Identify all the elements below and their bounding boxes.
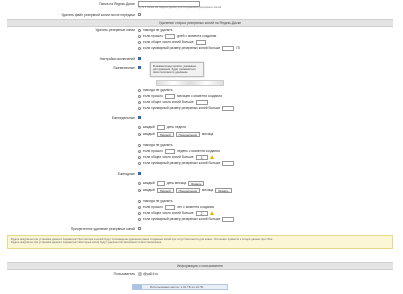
folder-label: Папка на Яндекс.Диске: [99, 2, 135, 6]
section-user: Информация о пользователе: [7, 262, 393, 270]
user-value: @ya8.6 ru: [143, 272, 159, 276]
monthly-label: Ежемесячные: [113, 66, 135, 70]
info-text-2: Будьте аккуратны при установке данного п…: [11, 240, 162, 244]
section-delete-old: Удаление старых резервных копий на Яндек…: [7, 19, 393, 27]
folder-hint: Путь к папке на Яндекс.Диске для сохране…: [138, 5, 222, 9]
priority-checkbox[interactable]: [138, 227, 142, 231]
yearly-label: Ежегодные: [117, 172, 135, 176]
delete-after-checkbox[interactable]: [138, 13, 142, 17]
yearly-checkbox[interactable]: [138, 172, 142, 176]
warning-icon: [209, 211, 214, 216]
weekly-count-row[interactable]: если общее число копий больше 3: [138, 155, 214, 160]
monthly-size-row[interactable]: если суммарный размер резервных копий бо…: [138, 106, 235, 111]
warning-icon: [209, 155, 214, 160]
yearly-older-row[interactable]: если прошло лет с момента создания: [138, 205, 214, 210]
yearly-size-row[interactable]: если суммарный размер резервных копий бо…: [138, 217, 235, 222]
monthly-checkbox[interactable]: [138, 66, 142, 70]
user-icon: [138, 272, 142, 276]
weekly-size-row[interactable]: если суммарный размер резервных копий бо…: [138, 161, 235, 166]
exceptions-checkbox[interactable]: [138, 57, 142, 61]
opt-never-row[interactable]: никогда не удалять: [138, 28, 173, 32]
tooltip: В ежемесячных копиях, указанных для хран…: [150, 62, 204, 77]
monthly-never-row[interactable]: никогда не удалять: [138, 88, 173, 92]
tooltip-strip: [156, 80, 224, 86]
user-label: Пользователь: [113, 272, 135, 276]
weekly-week-row[interactable]: каждый Первый Понедельник месяца: [138, 132, 213, 137]
quota-fill: [133, 285, 143, 289]
opt-older-row[interactable]: если прошло дней с момента создания: [138, 34, 216, 39]
info-box: Будьте аккуратны при установке данного п…: [7, 235, 393, 249]
yearly-never-row[interactable]: никогда не удалять: [138, 199, 173, 203]
weekly-day-row[interactable]: каждый день недели: [138, 125, 186, 130]
weekly-label: Еженедельные: [111, 116, 135, 120]
opt-count-row[interactable]: если общее число копий больше: [138, 40, 206, 45]
monthly-older-row[interactable]: если прошло месяцев с момента создания: [138, 94, 222, 99]
quota-text: Использовано места: 1.01 ГБ из 10 ГБ: [150, 285, 204, 289]
weekly-checkbox[interactable]: [138, 116, 142, 120]
delete-old-label: Удалять резервные копии: [95, 28, 135, 32]
yearly-week-row[interactable]: каждый Первый Понедельник месяца Январь: [138, 188, 232, 193]
opt-size-row[interactable]: если суммарный размер резервных копий бо…: [138, 46, 240, 51]
weekly-older-row[interactable]: если прошло недель с момента создания: [138, 149, 220, 154]
monthly-count-row[interactable]: если общее число копий больше: [138, 100, 208, 105]
exceptions-label: Настройки исключений: [99, 57, 135, 61]
weekly-never-row[interactable]: никогда не удалять: [138, 143, 173, 147]
yearly-count-row[interactable]: если общее число копий больше 2: [138, 211, 214, 216]
yearly-day-row[interactable]: каждый день месяца Январь: [138, 181, 205, 186]
delete-after-label: Удалять файл резервной копии после перед…: [61, 13, 135, 17]
priority-label: Приоритетное удаление резервных копий: [70, 227, 135, 231]
